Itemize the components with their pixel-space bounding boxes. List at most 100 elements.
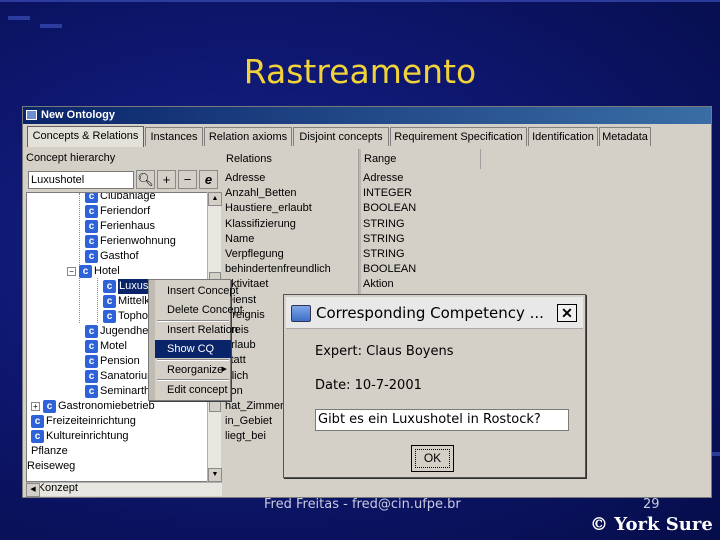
edit-concept-button[interactable]: e xyxy=(199,170,218,189)
expand-icon[interactable]: + xyxy=(31,402,40,411)
remove-concept-button[interactable]: − xyxy=(178,170,197,189)
close-icon[interactable]: ✕ xyxy=(557,304,577,322)
tree-item[interactable]: c Motel xyxy=(85,339,127,354)
tab-identification[interactable]: Identification xyxy=(528,127,598,146)
tree-item[interactable]: c Clubanlage xyxy=(85,193,156,204)
dialog-app-icon xyxy=(291,305,311,322)
edit-icon: e xyxy=(204,172,213,187)
window-titlebar[interactable]: New Ontology xyxy=(23,107,711,124)
dialog-title: Corresponding Competency ... xyxy=(316,304,544,322)
concept-icon: c xyxy=(103,280,116,293)
relation-name-cell[interactable]: Name xyxy=(225,232,254,247)
relation-name-cell[interactable]: Haustiere_erlaubt xyxy=(225,201,312,216)
ok-button-label: OK xyxy=(415,449,450,468)
concept-icon: c xyxy=(79,265,92,278)
decor-dash xyxy=(40,24,62,28)
relation-range-cell[interactable]: STRING xyxy=(363,247,405,262)
search-icon: 🔍︎ xyxy=(137,172,154,187)
relation-name-cell[interactable]: Verpflegung xyxy=(225,247,284,262)
tree-item[interactable]: − c Hotel xyxy=(67,264,120,279)
ok-button[interactable]: OK xyxy=(411,445,454,472)
tree-item[interactable]: c Sanatorium xyxy=(85,369,156,384)
search-button[interactable]: 🔍︎ xyxy=(136,170,155,189)
scroll-left-icon[interactable]: ◀ xyxy=(26,483,40,497)
add-concept-button[interactable]: + xyxy=(157,170,176,189)
relation-name-cell[interactable]: liegt_bei xyxy=(225,429,266,444)
concept-search-input[interactable]: Luxushotel xyxy=(28,171,134,189)
concept-icon: c xyxy=(85,370,98,383)
concept-icon: c xyxy=(85,193,98,203)
submenu-arrow-icon: ▶ xyxy=(221,366,227,373)
reorganize-label: Reorganize xyxy=(167,364,224,376)
tab-instances[interactable]: Instances xyxy=(145,127,203,146)
minus-icon: − xyxy=(183,172,192,187)
menu-item-show-cq[interactable]: Show CQ xyxy=(155,340,231,358)
plus-icon: + xyxy=(162,172,171,187)
relation-range-cell[interactable]: BOOLEAN xyxy=(363,262,416,277)
window-title: New Ontology xyxy=(41,109,115,121)
tree-item[interactable]: Pflanze xyxy=(31,444,68,459)
menu-item-edit-concept[interactable]: Edit concept xyxy=(155,381,231,399)
competency-dialog: Corresponding Competency ... ✕ Expert: C… xyxy=(283,294,586,478)
relation-range-cell[interactable]: BOOLEAN xyxy=(363,201,416,216)
concept-icon: c xyxy=(43,400,56,413)
menu-item-insert-concept[interactable]: Insert Concept xyxy=(155,282,239,300)
footer-author: Fred Freitas - fred@cin.ufpe.br xyxy=(264,497,461,512)
tree-line xyxy=(97,278,98,323)
context-menu: Insert Concept Delete Concept Insert Rel… xyxy=(148,279,243,401)
tree-line xyxy=(79,193,80,323)
tree-item[interactable]: + c Gastronomiebetrieb xyxy=(31,399,155,414)
tree-item[interactable]: c Freizeiteinrichtung xyxy=(31,414,136,429)
menu-item-insert-relation[interactable]: Insert Relation xyxy=(155,321,238,339)
tab-concepts-relations[interactable]: Concepts & Relations xyxy=(27,126,144,147)
slide-title: Rastreamento xyxy=(243,52,477,91)
menu-item-delete-concept[interactable]: Delete Concept xyxy=(155,301,243,319)
concept-icon: c xyxy=(85,220,98,233)
expert-label: Expert: Claus Boyens xyxy=(315,344,454,359)
competency-question-field[interactable]: Gibt es ein Luxushotel in Rostock? xyxy=(315,409,569,431)
concept-icon: c xyxy=(103,310,116,323)
ontology-icon xyxy=(26,110,37,120)
concept-icon: c xyxy=(85,205,98,218)
concept-icon: c xyxy=(103,295,116,308)
range-column-header[interactable]: Range xyxy=(361,149,481,169)
tree-item[interactable]: c Gasthof xyxy=(85,249,139,264)
tree-item[interactable]: c Pension xyxy=(85,354,140,369)
scroll-down-icon[interactable]: ▼ xyxy=(208,468,222,482)
tree-horizontal-scrollbar[interactable]: s. Konzept ◀ xyxy=(26,482,222,497)
tree-item[interactable]: c Feriendorf xyxy=(85,204,150,219)
concept-icon: c xyxy=(85,355,98,368)
concept-icon: c xyxy=(85,235,98,248)
relation-range-cell[interactable]: STRING xyxy=(363,217,405,232)
menu-item-reorganize[interactable]: Reorganize ▶ xyxy=(155,361,231,379)
relation-range-cell[interactable]: STRING xyxy=(363,232,405,247)
relation-range-cell[interactable]: Adresse xyxy=(363,171,403,186)
concept-icon: c xyxy=(31,430,44,443)
relation-name-cell[interactable]: Adresse xyxy=(225,171,265,186)
relation-name-cell[interactable]: hat_Zimmer xyxy=(225,399,284,414)
relation-range-cell[interactable]: Aktion xyxy=(363,277,394,292)
relation-range-cell[interactable]: INTEGER xyxy=(363,186,412,201)
tree-item[interactable]: c Ferienhaus xyxy=(85,219,155,234)
decor-bar xyxy=(0,0,720,2)
tree-item[interactable]: c Kultureinrichtung xyxy=(31,429,129,444)
tree-item[interactable]: c Ferienwohnung xyxy=(85,234,176,249)
scroll-up-icon[interactable]: ▲ xyxy=(208,192,222,206)
tab-disjoint-concepts[interactable]: Disjoint concepts xyxy=(293,127,389,146)
tree-item[interactable]: Reiseweg xyxy=(27,459,75,474)
date-label: Date: 10-7-2001 xyxy=(315,378,422,393)
copyright: © York Sure xyxy=(590,514,713,535)
relation-name-cell[interactable]: Klassifizierung xyxy=(225,217,296,232)
tab-metadata[interactable]: Metadata xyxy=(599,127,651,146)
relation-name-cell[interactable]: Anzahl_Betten xyxy=(225,186,297,201)
relation-name-cell[interactable]: behindertenfreundlich xyxy=(225,262,331,277)
concept-icon: c xyxy=(85,340,98,353)
relation-name-cell[interactable]: in_Gebiet xyxy=(225,414,272,429)
relations-column-header[interactable]: Relations xyxy=(223,149,359,169)
tab-requirement-specification[interactable]: Requirement Specification xyxy=(390,127,527,146)
collapse-icon[interactable]: − xyxy=(67,267,76,276)
tab-bar: Concepts & Relations Instances Relation … xyxy=(27,126,707,147)
page-number: 29 xyxy=(643,497,660,512)
dialog-titlebar[interactable]: Corresponding Competency ... ✕ xyxy=(286,297,583,329)
tab-relation-axioms[interactable]: Relation axioms xyxy=(204,127,292,146)
